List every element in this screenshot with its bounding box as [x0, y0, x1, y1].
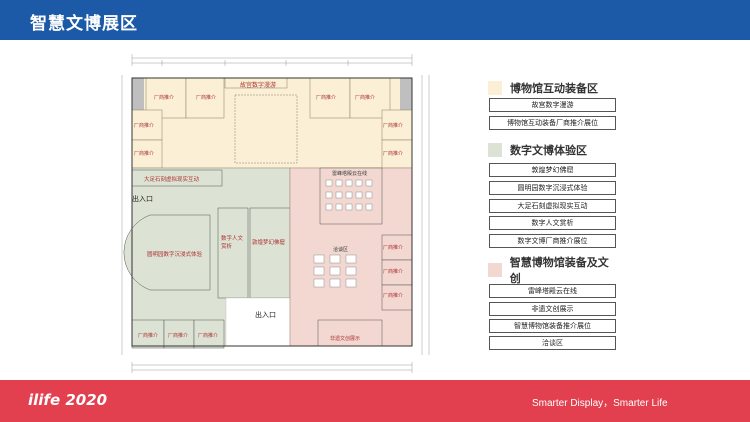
legend-title-smart: 智慧博物馆装备及文创 [509, 256, 609, 285]
legend-item-interactive-vendor: 博物馆互动装备厂商推介展位 [489, 116, 616, 130]
vendor-label-3: 厂商推介 [316, 95, 337, 101]
vendor-label-5: 厂商推介 [134, 123, 155, 129]
legend-swatch-cream [488, 81, 502, 95]
legend-zone-interactive: 博物馆互动装备区 [488, 80, 598, 96]
negotiation-label: 洽谈区 [333, 247, 349, 253]
renwen-label: 数字人文赏析 [221, 236, 244, 250]
legend-item-feiyi: 非遗文创展示 [489, 302, 616, 316]
vendor-label-13: 厂商推介 [168, 333, 189, 339]
negotiation-tables [313, 254, 357, 288]
vendor-label-2: 厂商推介 [196, 95, 217, 101]
legend-item-leifeng: 雷峰塔殿云在线 [489, 284, 616, 298]
vendor-label-14: 厂商推介 [198, 333, 219, 339]
header-bar: 智慧文博展区 [0, 0, 750, 40]
top-center-booth-label: 故宫数字漫游 [240, 82, 277, 89]
legend-item-negotiation: 洽谈区 [489, 336, 616, 350]
vendor-label-9: 厂商推介 [383, 245, 404, 251]
vendor-label-6: 厂商推介 [134, 151, 155, 157]
dazu-label: 大足石刻虚拟现实互动 [144, 177, 200, 183]
legend-zone-digital: 数字文博体验区 [488, 142, 587, 158]
legend-title-digital: 数字文博体验区 [510, 144, 587, 157]
legend-item-dazu: 大足石刻虚拟现实互动 [489, 199, 616, 213]
yuanmingyuan-label: 圆明园数字沉浸式体验 [147, 252, 203, 258]
entrance-label-bottom: 出入口 [255, 311, 276, 319]
legend-zone-smart: 智慧博物馆装备及文创 [488, 256, 618, 285]
legend-title-interactive: 博物馆互动装备区 [510, 82, 598, 95]
leifeng-label: 雷峰塔殿云在线 [332, 171, 368, 177]
legend-item-yuanmingyuan: 圆明园数字沉浸式体验 [489, 181, 616, 195]
legend-swatch-pink [488, 263, 502, 277]
footer-bar: ilife 2020 Smarter Display，Smarter Life [0, 380, 750, 422]
bottom-entrance-area [225, 297, 291, 347]
vendor-label-4: 厂商推介 [355, 95, 376, 101]
legend-swatch-green [488, 143, 502, 157]
footer-brand: ilife 2020 [28, 391, 108, 409]
vendor-label-7: 厂商推介 [383, 123, 404, 129]
top-dimension-line [131, 54, 413, 66]
legend-item-dunhuang: 敦煌梦幻佛窟 [489, 163, 616, 177]
legend-item-digital-vendor: 数字文博厂商推介展位 [489, 234, 616, 248]
vendor-label-11: 厂商推介 [383, 293, 404, 299]
renwen-booth [217, 207, 249, 299]
feiyi-booth [317, 319, 383, 347]
corner-block-right [400, 78, 412, 110]
page-title: 智慧文博展区 [30, 14, 138, 34]
vendor-label-8: 厂商推介 [383, 151, 404, 157]
dunhuang-booth [249, 207, 291, 299]
corner-block-left [132, 78, 144, 110]
legend-item-smart-vendor: 智慧博物馆装备推介展位 [489, 319, 616, 333]
entrance-label-left: 出入口 [132, 195, 153, 203]
feiyi-label: 非遗文创展示 [330, 336, 361, 342]
legend-item-gugong: 故宫数字漫游 [489, 98, 616, 112]
footer-slogan: Smarter Display，Smarter Life [532, 398, 668, 409]
floor-plan [121, 54, 430, 373]
vendor-label-10: 厂商推介 [383, 269, 404, 275]
legend-item-renwen: 数字人文赏析 [489, 216, 616, 230]
vendor-label-12: 厂商推介 [138, 333, 159, 339]
bottom-dimension-line [131, 362, 413, 373]
vendor-label-1: 厂商推介 [154, 95, 175, 101]
dunhuang-label: 敦煌梦幻佛窟 [252, 240, 286, 246]
